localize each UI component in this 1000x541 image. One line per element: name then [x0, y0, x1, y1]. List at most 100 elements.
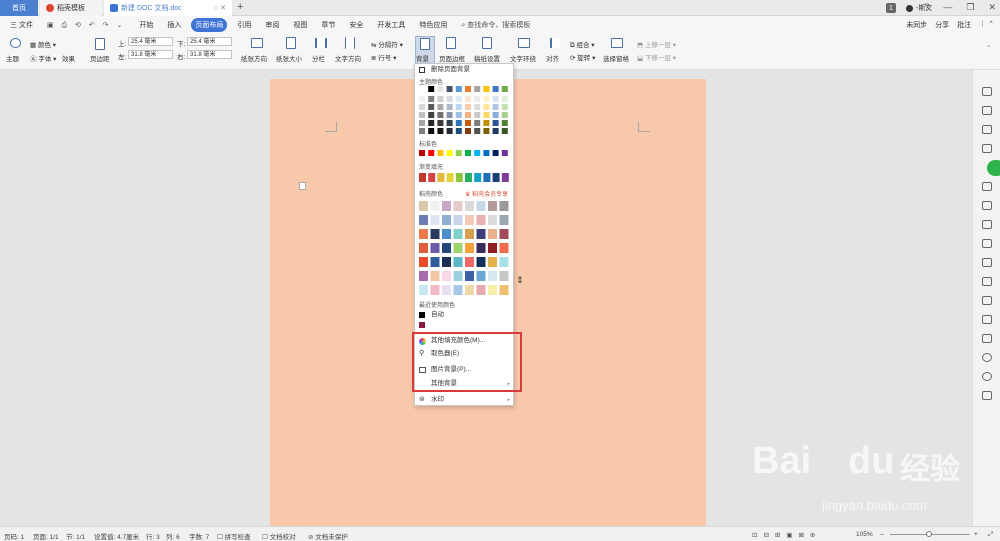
- left-margin-input[interactable]: 31.8 毫米: [128, 50, 173, 59]
- theme-shade-swatch[interactable]: [419, 120, 425, 126]
- daoke-gradient-swatch[interactable]: [476, 229, 486, 239]
- maximize-icon[interactable]: ❐: [966, 2, 974, 13]
- daoke-gradient-swatch[interactable]: [465, 257, 474, 267]
- daoke-gradient-swatch[interactable]: [488, 229, 497, 239]
- chart-icon[interactable]: [982, 201, 992, 210]
- theme-shade-swatch[interactable]: [446, 112, 453, 118]
- menu-security[interactable]: 安全: [345, 18, 367, 32]
- daoke-gradient-swatch[interactable]: [453, 257, 463, 267]
- theme-shade-swatch[interactable]: [446, 128, 453, 134]
- daoke-gradient-swatch[interactable]: [465, 271, 474, 281]
- theme-shade-swatch[interactable]: [474, 120, 481, 126]
- theme-shade-swatch[interactable]: [446, 120, 453, 126]
- daoke-gradient-grid[interactable]: [419, 201, 511, 301]
- theme-shade-swatch[interactable]: [455, 128, 462, 134]
- standard-color-swatch[interactable]: [419, 150, 425, 156]
- theme-shade-swatch[interactable]: [483, 96, 490, 102]
- more-icon[interactable]: ⋮ ⌃: [979, 20, 994, 30]
- pointer-icon[interactable]: [982, 106, 992, 115]
- recent-color-swatch[interactable]: [419, 322, 425, 328]
- columns-label[interactable]: 分栏: [312, 53, 325, 63]
- daoke-gradient-swatch[interactable]: [499, 285, 509, 295]
- daoke-gradient-swatch[interactable]: [465, 229, 474, 239]
- tab-document[interactable]: 新建 DOC 文档.doc ○ ✕: [104, 0, 232, 16]
- menu-view[interactable]: 视图: [289, 18, 311, 32]
- theme-icon[interactable]: [10, 38, 21, 48]
- theme-shade-swatch[interactable]: [419, 104, 425, 110]
- daoke-gradient-swatch[interactable]: [488, 201, 497, 211]
- daoke-gradient-swatch[interactable]: [476, 215, 486, 225]
- theme-shade-swatch[interactable]: [465, 120, 471, 126]
- collapse-ribbon-icon[interactable]: ⌃: [986, 44, 991, 52]
- align-icon[interactable]: [550, 38, 560, 48]
- minimize-icon[interactable]: —: [943, 2, 952, 13]
- daoke-gradient-swatch[interactable]: [476, 257, 486, 267]
- theme-color-swatch[interactable]: [419, 86, 425, 92]
- daoke-gradient-swatch[interactable]: [499, 257, 509, 267]
- text-box-icon[interactable]: [982, 391, 992, 400]
- daoke-gradient-swatch[interactable]: [488, 271, 497, 281]
- translate-icon[interactable]: [982, 277, 992, 286]
- gradient-fill-swatch[interactable]: [465, 173, 472, 182]
- comment-button[interactable]: 批注: [957, 20, 971, 30]
- paper-size-icon[interactable]: [286, 37, 296, 49]
- gradient-fill-swatch[interactable]: [483, 173, 491, 182]
- share-button[interactable]: 分享: [935, 20, 949, 30]
- remove-page-background[interactable]: 删除页面背景: [415, 65, 515, 75]
- theme-label[interactable]: 主题: [6, 53, 19, 63]
- theme-shade-swatch[interactable]: [501, 96, 508, 102]
- align-label[interactable]: 对齐: [546, 53, 559, 63]
- member-only-link[interactable]: ♛ 稻壳会员专享: [465, 189, 508, 198]
- draft-paper-icon[interactable]: [482, 37, 492, 49]
- theme-shade-swatch[interactable]: [483, 128, 490, 134]
- daoke-gradient-swatch[interactable]: [442, 243, 451, 253]
- theme-shade-swatch[interactable]: [492, 112, 499, 118]
- theme-shade-swatch[interactable]: [474, 104, 481, 110]
- theme-shade-swatch[interactable]: [465, 104, 471, 110]
- quick-access-icons[interactable]: ▣ ⎙ ⟲ ↶ ↷ ⌄: [43, 19, 129, 32]
- theme-shade-swatch[interactable]: [437, 120, 444, 126]
- daoke-gradient-swatch[interactable]: [442, 257, 451, 267]
- doc-proof-button[interactable]: ☐ 文档校对: [262, 531, 296, 541]
- daoke-gradient-swatch[interactable]: [419, 243, 428, 253]
- daoke-gradient-swatch[interactable]: [488, 285, 497, 295]
- gradient-fill-swatch[interactable]: [492, 173, 500, 182]
- menu-page-layout[interactable]: 页面布局: [191, 18, 228, 32]
- daoke-gradient-swatch[interactable]: [430, 257, 440, 267]
- daoke-gradient-swatch[interactable]: [430, 229, 440, 239]
- daoke-gradient-swatch[interactable]: [488, 257, 497, 267]
- theme-color-swatch[interactable]: [465, 86, 471, 92]
- daoke-gradient-swatch[interactable]: [499, 229, 509, 239]
- daoke-gradient-swatch[interactable]: [499, 271, 509, 281]
- standard-color-swatch[interactable]: [446, 150, 453, 156]
- daoke-gradient-swatch[interactable]: [499, 243, 509, 253]
- theme-shade-swatch[interactable]: [428, 128, 435, 134]
- close-window-icon[interactable]: ✕: [988, 2, 996, 13]
- copy-icon[interactable]: [982, 239, 992, 248]
- menu-special[interactable]: 特色应用: [415, 18, 451, 32]
- grid-icon[interactable]: [982, 182, 992, 191]
- daoke-gradient-swatch[interactable]: [465, 285, 474, 295]
- break-button[interactable]: ⇆ 分隔符 ▾: [371, 39, 403, 49]
- move-up-button[interactable]: ⬒ 上移一层 ▾: [637, 39, 676, 49]
- spell-check-toggle[interactable]: ☐ 拼写检查: [217, 531, 251, 541]
- theme-shade-swatch[interactable]: [428, 120, 435, 126]
- tab-home[interactable]: 首页: [0, 0, 38, 16]
- theme-color-swatch[interactable]: [437, 86, 444, 92]
- bottom-margin-input[interactable]: 25.4 毫米: [187, 37, 232, 46]
- gradient-fill-row[interactable]: [419, 173, 511, 183]
- orientation-label[interactable]: 纸张方向: [241, 53, 267, 63]
- rotate-button[interactable]: ⟳ 旋转 ▾: [570, 52, 595, 62]
- zoom-level[interactable]: 105%: [856, 531, 873, 538]
- daoke-gradient-swatch[interactable]: [453, 215, 463, 225]
- theme-shade-swatch[interactable]: [474, 96, 481, 102]
- layout-icon[interactable]: [982, 315, 992, 324]
- theme-color-swatch[interactable]: [501, 86, 508, 92]
- theme-shade-swatch[interactable]: [455, 120, 462, 126]
- theme-shade-swatch[interactable]: [428, 96, 435, 102]
- theme-shade-swatch[interactable]: [474, 112, 481, 118]
- effect-button[interactable]: 效果: [62, 53, 75, 63]
- zoom-in-icon[interactable]: +: [974, 531, 978, 538]
- menu-chapter[interactable]: 章节: [317, 18, 339, 32]
- theme-shade-swatch[interactable]: [474, 128, 481, 134]
